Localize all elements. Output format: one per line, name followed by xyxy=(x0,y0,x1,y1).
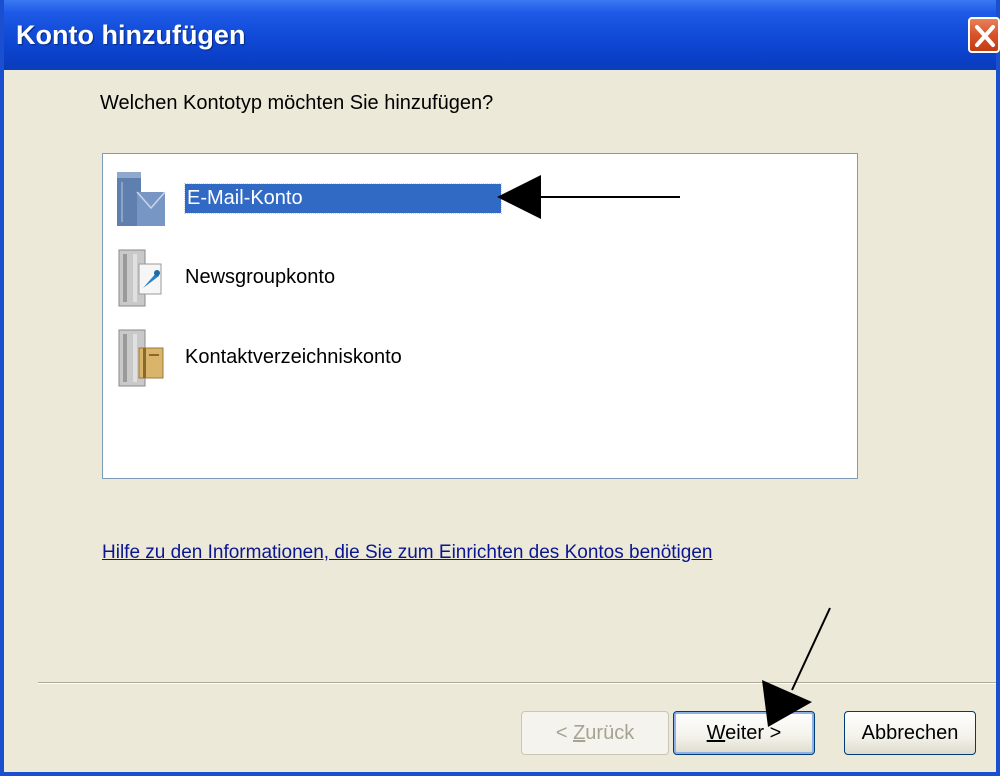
next-button-mnemonic: W xyxy=(706,722,726,744)
next-button[interactable]: Weiter > xyxy=(673,711,815,755)
help-link[interactable]: Hilfe zu den Informationen, die Sie zum … xyxy=(102,540,722,566)
list-item-email-account[interactable]: E-Mail-Konto xyxy=(103,166,843,230)
list-item-label: Newsgroupkonto xyxy=(185,266,336,288)
add-account-dialog: Konto hinzufügen Welchen Kontotyp möchte… xyxy=(0,0,1000,776)
window-title: Konto hinzufügen xyxy=(16,20,246,50)
back-button-prefix: < xyxy=(555,722,574,744)
directory-server-icon xyxy=(118,329,164,387)
title-bar[interactable]: Konto hinzufügen xyxy=(4,0,1000,70)
next-button-suffix: > xyxy=(764,722,782,744)
next-button-label-rest: eiter xyxy=(725,722,765,744)
list-item-directory-account[interactable]: Kontaktverzeichniskonto xyxy=(103,326,843,390)
account-type-list[interactable]: E-Mail-Konto Newsgroupkonto Kontaktverze… xyxy=(102,153,858,479)
list-item-newsgroup-account[interactable]: Newsgroupkonto xyxy=(103,246,843,310)
email-server-icon xyxy=(117,172,166,226)
close-icon xyxy=(975,25,995,47)
back-button[interactable]: < Zurück xyxy=(521,711,669,755)
account-type-question: Welchen Kontotyp möchten Sie hinzufügen? xyxy=(100,92,494,114)
list-item-label: E-Mail-Konto xyxy=(184,183,502,214)
list-item-label: Kontaktverzeichniskonto xyxy=(185,346,402,368)
back-button-mnemonic: Z xyxy=(573,722,586,744)
newsgroup-server-icon xyxy=(118,249,162,307)
close-button[interactable] xyxy=(968,17,1000,53)
footer-separator xyxy=(38,682,996,684)
back-button-label-rest: urück xyxy=(585,722,635,744)
cancel-button[interactable]: Abbrechen xyxy=(844,711,976,755)
